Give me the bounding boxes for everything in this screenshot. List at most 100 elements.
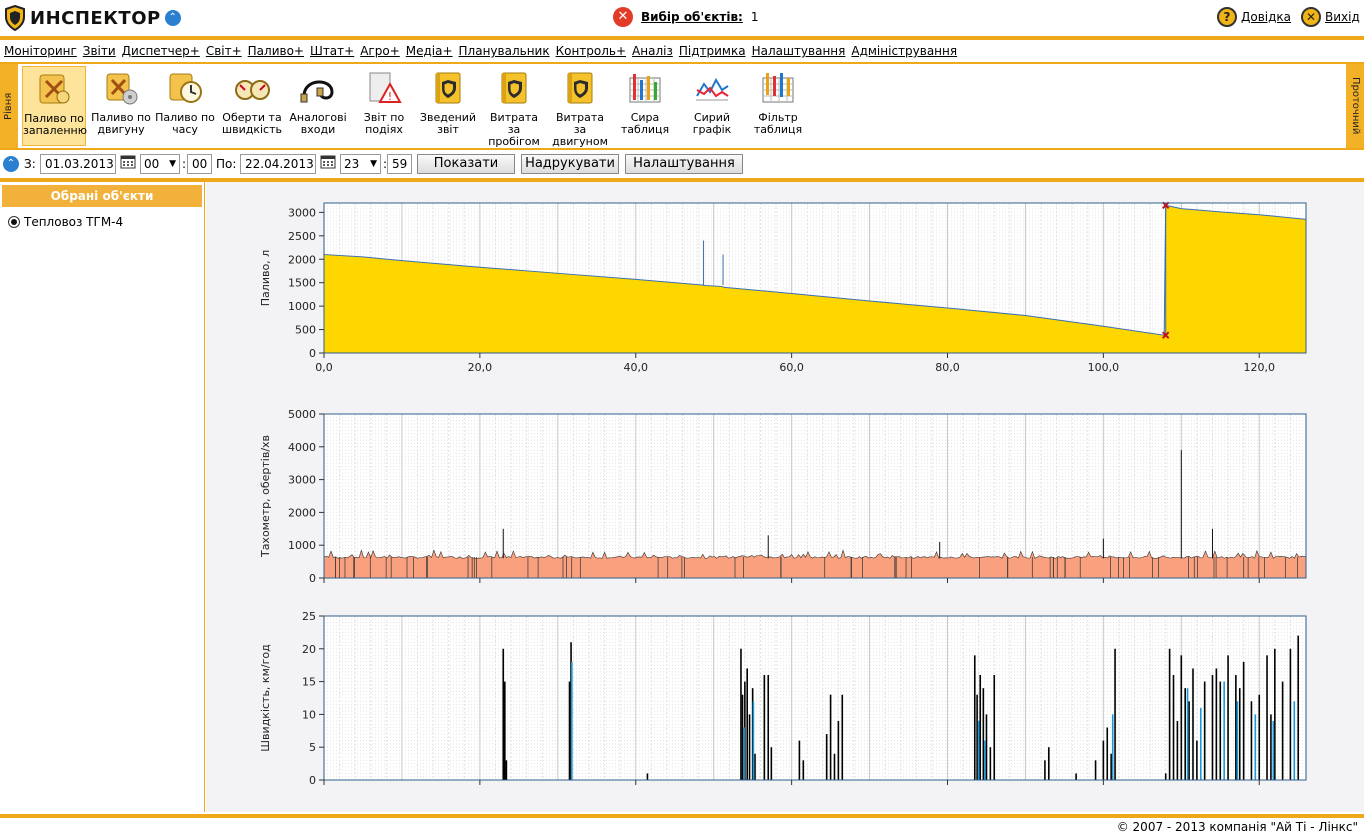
tool-button-gauges[interactable]: Оберти та швидкість <box>220 66 284 146</box>
menu-item-14[interactable]: Адміністрування <box>851 44 957 58</box>
menu-item-1[interactable]: Моніторинг <box>4 44 77 58</box>
chart-panel-1: 0 500 1000 1500 2000 2500 3000 0,0 20,0 40,0 60,0 8… <box>259 201 1307 374</box>
to-minute-input[interactable]: 59 <box>387 154 412 174</box>
tool-button-raw-chart[interactable]: Сирий графік <box>680 66 744 146</box>
fuel-time-icon <box>167 70 203 106</box>
tool-label-line2: швидкість <box>222 123 282 136</box>
main-menu: Моніторинг Звіти Диспетчер+ Світ+ Паливо+ Шта… <box>0 40 1364 62</box>
menu-item-10[interactable]: Контроль+ <box>556 44 626 58</box>
y-tick-label: 0 <box>309 774 316 787</box>
tool-button-fuel-time[interactable]: Паливо по часу <box>153 66 217 146</box>
fuel-ignition-icon <box>36 71 72 107</box>
exit-link[interactable]: ✕ Вихід <box>1301 7 1360 27</box>
y-tick-label: 10 <box>302 708 316 721</box>
from-minute-input[interactable]: 00 <box>187 154 212 174</box>
y-tick-label: 15 <box>302 676 316 689</box>
from-date-input[interactable]: 01.03.2013 <box>40 154 116 174</box>
menu-item-11[interactable]: Аналіз <box>632 44 673 58</box>
menu-item-7[interactable]: Агро+ <box>360 44 400 58</box>
from-label: З: <box>24 157 36 171</box>
object-selection[interactable]: ✕ Вибір об'єктів: 1 <box>613 6 758 28</box>
tool-button-raw-table[interactable]: Сира таблиця <box>613 66 677 146</box>
charts-svg: 0500100015002000250030000,0 20,0 40,0 60,0 8… <box>259 201 1307 787</box>
y-tick-label: 0 <box>309 347 316 360</box>
y-tick-label: 5000 <box>288 408 316 421</box>
y-axis-label: Паливо, л <box>259 250 272 306</box>
show-button[interactable]: Показати <box>417 154 515 174</box>
tool-label-line2: таблиця <box>620 123 670 136</box>
y-tick-label: 1000 <box>288 539 316 552</box>
menu-item-3[interactable]: Диспетчер+ <box>122 44 200 58</box>
calendar-icon[interactable] <box>120 154 136 174</box>
object-selection-link[interactable]: Вибір об'єктів: <box>641 10 743 24</box>
to-hour-select[interactable]: 23 ▼ <box>340 154 381 174</box>
menu-item-9[interactable]: Планувальник <box>459 44 550 58</box>
charts-area: 0 500 1000 1500 2000 2500 3000 0,0 20,0 40,0 60,0 8… <box>206 182 1364 812</box>
tool-button-fuel-engine[interactable]: Паливо по двигуну <box>89 66 153 146</box>
summary-report-icon <box>430 70 466 106</box>
settings-button[interactable]: Налаштування <box>625 154 743 174</box>
tool-button-summary-report[interactable]: Зведений звіт <box>416 66 480 146</box>
y-tick-label: 500 <box>295 324 316 337</box>
calendar-icon[interactable] <box>320 154 336 174</box>
footer-divider <box>0 814 1364 818</box>
tool-label-line2: запаленню <box>23 124 87 137</box>
tool-label-line2: подіях <box>365 123 403 136</box>
help-label[interactable]: Довідка <box>1241 10 1291 24</box>
x-tick-label: 60,0 <box>779 361 804 374</box>
mileage-consumption-icon <box>496 70 532 106</box>
chevron-up-icon[interactable]: ⌃ <box>164 10 181 26</box>
object-radio[interactable] <box>8 216 20 228</box>
chevron-up-icon[interactable]: ⌃ <box>3 156 19 172</box>
print-button[interactable]: Надрукувати <box>521 154 619 174</box>
tab-flow[interactable]: Проточний <box>1346 64 1364 148</box>
menu-item-8[interactable]: Медіа+ <box>406 44 453 58</box>
from-hour-select[interactable]: 00 ▼ <box>140 154 180 174</box>
y-axis-label: Тахометр, обертів/хв <box>259 435 272 558</box>
tool-button-engine-consumption[interactable]: Витрата за двигуном <box>548 66 612 148</box>
tool-button-cable[interactable]: Аналогові входи <box>286 66 350 146</box>
menu-item-4[interactable]: Світ+ <box>206 44 242 58</box>
fuel-engine-icon <box>103 70 139 106</box>
tool-label-line2: пробігом <box>488 135 540 148</box>
x-tick-label: 120,0 <box>1243 361 1275 374</box>
to-label: По: <box>216 157 237 171</box>
tool-button-fuel-ignition[interactable]: Паливо по запаленню <box>22 66 87 146</box>
x-tick-label: 40,0 <box>623 361 648 374</box>
menu-item-6[interactable]: Штат+ <box>310 44 354 58</box>
tool-label-line2: двигуну <box>97 123 145 136</box>
copyright: © 2007 - 2013 компанія "Ай Ті - Лінкс" <box>1116 820 1358 834</box>
close-icon[interactable]: ✕ <box>613 7 633 27</box>
menu-item-13[interactable]: Налаштування <box>752 44 846 58</box>
y-tick-label: 20 <box>302 643 316 656</box>
object-list-item[interactable]: Тепловоз ТГМ-4 <box>8 215 123 229</box>
chart-panel-3: 0 5 10 15 20 25 Швидкість, км/год <box>259 610 1307 787</box>
tool-label-line1: Витрата за <box>490 111 538 136</box>
y-axis-label: Швидкість, км/год <box>259 644 272 752</box>
y-tick-label: 2500 <box>288 230 316 243</box>
menu-item-2[interactable]: Звіти <box>83 44 116 58</box>
y-tick-label: 2000 <box>288 253 316 266</box>
tool-button-filter-table[interactable]: Фільтр таблиця <box>746 66 810 146</box>
help-link[interactable]: ? Довідка <box>1217 7 1291 27</box>
raw-chart-icon <box>694 70 730 106</box>
object-name[interactable]: Тепловоз ТГМ-4 <box>24 215 123 229</box>
object-selection-count: 1 <box>750 10 759 24</box>
y-tick-label: 1500 <box>288 277 316 290</box>
help-icon[interactable]: ? <box>1217 7 1237 27</box>
exit-label[interactable]: Вихід <box>1325 10 1360 24</box>
tool-button-mileage-consumption[interactable]: Витрата за пробігом <box>482 66 546 148</box>
menu-item-12[interactable]: Підтримка <box>679 44 746 58</box>
exit-icon[interactable]: ✕ <box>1301 7 1321 27</box>
warning-report-icon: ! <box>366 70 402 106</box>
svg-text:!: ! <box>388 90 392 103</box>
to-date-input[interactable]: 22.04.2013 <box>240 154 316 174</box>
raw-table-icon <box>627 70 663 106</box>
chevron-down-icon: ▼ <box>169 159 176 169</box>
cable-icon <box>300 70 336 106</box>
y-tick-label: 0 <box>309 572 316 585</box>
tool-button-warning-report[interactable]: ! Звіт по подіях <box>352 66 416 146</box>
tool-label-line2: входи <box>300 123 336 136</box>
menu-item-5[interactable]: Паливо+ <box>248 44 304 58</box>
tab-levels[interactable]: Рівня <box>0 64 18 148</box>
